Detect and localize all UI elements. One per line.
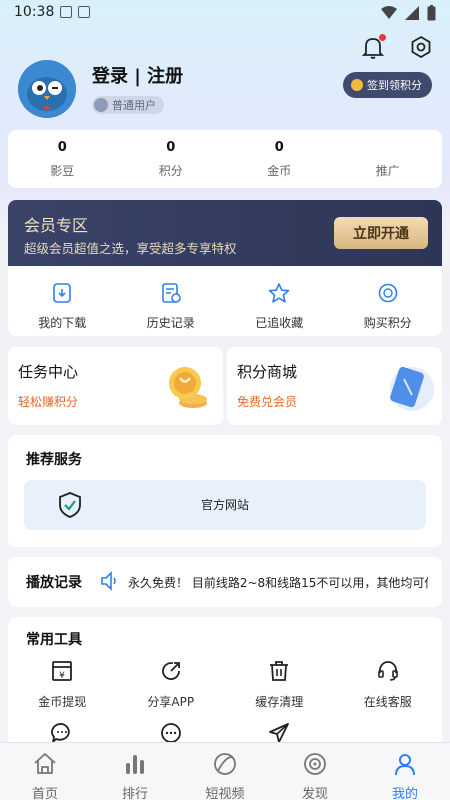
stat-label: 影豆 xyxy=(50,164,75,178)
profile-icon xyxy=(395,754,415,776)
stat-value: 0 xyxy=(274,140,284,155)
points-mall-card[interactable]: 积分商城 免费兑会员 xyxy=(227,347,442,425)
download-icon xyxy=(53,283,72,303)
stat-label: 推广 xyxy=(375,164,400,178)
stat-value xyxy=(334,140,443,158)
tab-home[interactable]: 首页 xyxy=(0,743,90,800)
task-center-card[interactable]: 任务中心 轻松赚积分 xyxy=(8,347,223,425)
notification-bell-icon[interactable] xyxy=(360,34,386,60)
wifi-icon xyxy=(381,6,397,19)
stat-promotion[interactable]: 推广 xyxy=(334,130,443,188)
coin-icon xyxy=(351,79,363,91)
quick-label: 购买积分 xyxy=(363,316,412,330)
tab-label: 排行 xyxy=(121,787,148,800)
checkin-label: 签到领积分 xyxy=(367,79,422,92)
tool-share-app[interactable]: 分享APP xyxy=(117,659,226,709)
history-icon xyxy=(161,283,181,303)
login-register-link[interactable]: 登录 | 注册 xyxy=(92,62,183,88)
tab-label: 发现 xyxy=(301,787,328,800)
coin-icon xyxy=(378,283,398,303)
battery-icon xyxy=(427,5,436,21)
play-history-title: 播放记录 xyxy=(26,575,82,591)
star-badge-icon xyxy=(94,98,108,112)
status-bar: 10:38 xyxy=(0,0,450,26)
gold-coins-icon xyxy=(169,367,207,408)
tab-discover[interactable]: 发现 xyxy=(270,743,360,800)
bottom-tab-bar: 首页 排行 短视频 发现 我的 xyxy=(0,742,450,800)
vip-open-button[interactable]: 立即开通 xyxy=(334,217,428,249)
tool-label: 在线客服 xyxy=(363,695,412,709)
discover-icon xyxy=(304,753,326,775)
settings-gear-icon[interactable] xyxy=(408,34,434,60)
signal-icon xyxy=(405,6,419,20)
stat-points[interactable]: 0 积分 xyxy=(117,130,226,188)
points-mall-subtitle: 免费兑会员 xyxy=(237,395,298,409)
status-time: 10:38 xyxy=(14,4,55,20)
quick-history[interactable]: 历史记录 xyxy=(117,266,226,336)
svg-text:¥: ¥ xyxy=(59,671,65,681)
headset-icon xyxy=(377,661,398,681)
short-video-icon xyxy=(214,753,236,775)
speaker-icon xyxy=(101,571,116,591)
tab-label: 首页 xyxy=(31,787,58,800)
home-icon xyxy=(34,753,56,774)
stat-value: 0 xyxy=(166,140,176,155)
checkin-button[interactable]: 签到领积分 xyxy=(343,72,432,98)
notification-dot xyxy=(379,34,386,41)
stat-yingdou[interactable]: 0 影豆 xyxy=(8,130,117,188)
task-center-title: 任务中心 xyxy=(18,363,79,381)
common-tools-card: 常用工具 ¥ 金币提现 分享APP 缓存清理 在线客服 xyxy=(8,617,442,745)
quick-actions: 我的下载 历史记录 已追收藏 购买积分 xyxy=(8,266,442,336)
quick-my-downloads[interactable]: 我的下载 xyxy=(8,266,117,336)
vip-description: 超级会员超值之选，享受超多专享特权 xyxy=(24,241,237,256)
a-notification-icon xyxy=(78,6,90,18)
withdraw-icon: ¥ xyxy=(52,661,73,681)
quick-label: 历史记录 xyxy=(146,316,195,330)
quick-label: 我的下载 xyxy=(38,316,87,330)
tab-label: 我的 xyxy=(391,787,418,800)
announcement-marquee: 永久免费！ 目前线路2~8和线路15不可以用，其他均可使 xyxy=(128,576,428,590)
tools-title: 常用工具 xyxy=(26,632,82,648)
stat-value: 0 xyxy=(57,140,67,155)
tab-profile[interactable]: 我的 xyxy=(360,743,450,800)
quick-buy-points[interactable]: 购买积分 xyxy=(334,266,443,336)
official-website-label: 官方网站 xyxy=(200,498,249,512)
play-history-card[interactable]: 播放记录 永久免费！ 目前线路2~8和线路15不可以用，其他均可使 xyxy=(8,557,442,607)
vip-title: 会员专区 xyxy=(24,216,89,235)
points-mall-title: 积分商城 xyxy=(237,363,298,381)
image-notification-icon xyxy=(60,6,72,18)
stats-card: 0 影豆 0 积分 0 金币 推广 xyxy=(8,130,442,188)
ranking-icon xyxy=(126,755,144,774)
tool-online-support[interactable]: 在线客服 xyxy=(334,659,443,709)
trash-icon xyxy=(270,661,289,681)
tool-coin-withdraw[interactable]: ¥ 金币提现 xyxy=(8,659,117,709)
quick-label: 已追收藏 xyxy=(255,316,304,330)
vip-banner: 会员专区 超级会员超值之选，享受超多专享特权 立即开通 xyxy=(8,200,442,266)
avatar[interactable] xyxy=(18,60,76,118)
share-icon xyxy=(161,662,180,680)
official-website-button[interactable]: 官方网站 xyxy=(24,480,426,530)
recommend-services-card: 推荐服务 官方网站 xyxy=(8,435,442,547)
tab-label: 短视频 xyxy=(205,787,245,800)
tool-label: 金币提现 xyxy=(38,695,87,709)
coupon-icon xyxy=(390,366,434,411)
stat-label: 积分 xyxy=(158,164,183,178)
tab-ranking[interactable]: 排行 xyxy=(90,743,180,800)
task-center-subtitle: 轻松赚积分 xyxy=(18,395,79,409)
stat-label: 金币 xyxy=(267,164,292,178)
tool-label: 分享APP xyxy=(147,695,195,709)
star-icon xyxy=(268,283,290,303)
tool-clear-cache[interactable]: 缓存清理 xyxy=(225,659,334,709)
tool-label: 缓存清理 xyxy=(255,695,304,709)
tab-short-video[interactable]: 短视频 xyxy=(180,743,270,800)
user-level-badge: 普通用户 xyxy=(92,96,164,114)
recommend-title: 推荐服务 xyxy=(26,452,82,468)
stat-coins[interactable]: 0 金币 xyxy=(225,130,334,188)
quick-favorites[interactable]: 已追收藏 xyxy=(225,266,334,336)
user-level-label: 普通用户 xyxy=(112,99,156,112)
